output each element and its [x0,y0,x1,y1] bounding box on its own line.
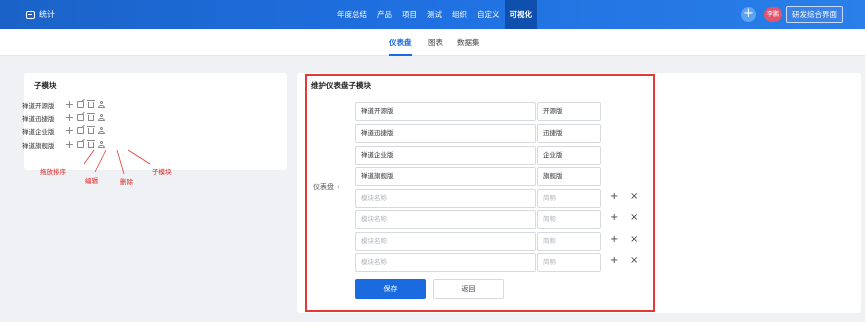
drag-sort-icon[interactable] [66,114,73,121]
module-name-field[interactable]: 禅道迅捷版 [355,124,536,143]
org-switch-button[interactable]: 研发综合界面 [786,6,843,23]
module-form-row: 模块名称 简称 [355,210,601,229]
nav-item-product[interactable]: 产品 [372,0,397,29]
delete-icon[interactable] [87,113,95,121]
submodule-icon[interactable] [98,101,105,108]
top-nav-bar: 统计 年度总结 产品 项目 测试 组织 自定义 可视化 + 李鹏 研发综合界面 [0,0,865,29]
main-nav: 年度总结 产品 项目 测试 组织 自定义 可视化 [332,0,537,29]
module-form-row: 禅道开源版 开源版 [355,102,601,121]
nav-item-organization[interactable]: 组织 [447,0,472,29]
nav-item-test[interactable]: 测试 [422,0,447,29]
module-name-field[interactable]: 禅道旗舰版 [355,167,536,186]
module-name: 禅道迅捷版 [22,114,55,123]
module-name-field[interactable]: 禅道开源版 [355,102,536,121]
edit-icon[interactable] [77,101,84,108]
remove-row-icon[interactable]: × [630,255,638,266]
submodule-icon[interactable] [98,127,105,134]
chevron-right-icon: › [337,183,340,191]
annotation-edit: 编辑 [85,177,98,185]
submodule-title: 子模块 [34,81,57,90]
module-name-input[interactable]: 模块名称 [355,189,536,208]
remove-row-icon[interactable]: × [630,191,638,202]
annotation-delete: 删除 [120,178,133,186]
module-short-input[interactable]: 简称 [537,253,601,272]
module-short-field[interactable]: 旗舰版 [537,167,601,186]
drag-sort-icon[interactable] [66,127,73,134]
page-title: 维护仪表盘子模块 [311,81,371,90]
nav-item-custom[interactable]: 自定义 [472,0,505,29]
brand-label: 统计 [39,10,55,19]
drag-sort-icon[interactable] [66,101,73,108]
delete-icon[interactable] [87,100,95,108]
sub-tabs: 仪表盘 图表 数据集 [0,29,865,56]
module-short-field[interactable]: 企业版 [537,146,601,165]
list-item[interactable]: 禅道开源版 [22,99,105,110]
tab-dashboard[interactable]: 仪表盘 [389,29,412,56]
module-short-field[interactable]: 迅捷版 [537,124,601,143]
module-form-row: 模块名称 简称 [355,253,601,272]
edit-icon[interactable] [77,114,84,121]
module-name: 禅道企业版 [22,127,55,136]
module-name: 禅道旗舰版 [22,141,55,150]
module-form-row: 禅道旗舰版 旗舰版 [355,167,601,186]
create-plus-icon[interactable]: + [741,7,756,22]
nav-item-annual-summary[interactable]: 年度总结 [332,0,372,29]
module-form-row: 模块名称 简称 [355,189,601,208]
brand[interactable]: 统计 [26,9,55,20]
module-name: 禅道开源版 [22,101,55,110]
module-short-input[interactable]: 简称 [537,232,601,251]
tab-datasets[interactable]: 数据集 [457,29,480,56]
remove-row-icon[interactable]: × [630,212,638,223]
avatar[interactable]: 李鹏 [764,7,782,22]
submodule-icon[interactable] [98,141,105,148]
dashboard-label: 仪表盘 › [313,182,340,192]
annotation-drag-sort: 拖放排序 [40,168,66,176]
submodule-icon[interactable] [98,114,105,121]
module-name-input[interactable]: 模块名称 [355,232,536,251]
annotation-submodule: 子模块 [152,168,172,176]
back-button[interactable]: 返回 [433,279,504,299]
dashboard-label-text: 仪表盘 [313,183,334,191]
list-item[interactable]: 禅道旗舰版 [22,139,105,150]
edit-icon[interactable] [77,141,84,148]
module-short-input[interactable]: 简称 [537,189,601,208]
delete-icon[interactable] [87,140,95,148]
tab-charts[interactable]: 图表 [428,29,443,56]
remove-row-icon[interactable]: × [630,234,638,245]
module-short-input[interactable]: 简称 [537,210,601,229]
edit-icon[interactable] [77,127,84,134]
module-short-field[interactable]: 开源版 [537,102,601,121]
nav-item-project[interactable]: 项目 [397,0,422,29]
delete-icon[interactable] [87,126,95,134]
module-name-input[interactable]: 模块名称 [355,210,536,229]
stats-logo-icon [26,10,35,19]
list-item[interactable]: 禅道迅捷版 [22,112,105,123]
module-form-row: 模块名称 简称 [355,232,601,251]
module-name-field[interactable]: 禅道企业版 [355,146,536,165]
add-row-icon[interactable]: + [610,255,618,266]
nav-item-visualization[interactable]: 可视化 [504,0,537,29]
module-form-row: 禅道企业版 企业版 [355,146,601,165]
module-form-row: 禅道迅捷版 迅捷版 [355,124,601,143]
add-row-icon[interactable]: + [610,191,618,202]
add-row-icon[interactable]: + [610,212,618,223]
list-item[interactable]: 禅道企业版 [22,125,105,136]
save-button[interactable]: 保存 [355,279,426,299]
add-row-icon[interactable]: + [610,234,618,245]
drag-sort-icon[interactable] [66,141,73,148]
module-name-input[interactable]: 模块名称 [355,253,536,272]
